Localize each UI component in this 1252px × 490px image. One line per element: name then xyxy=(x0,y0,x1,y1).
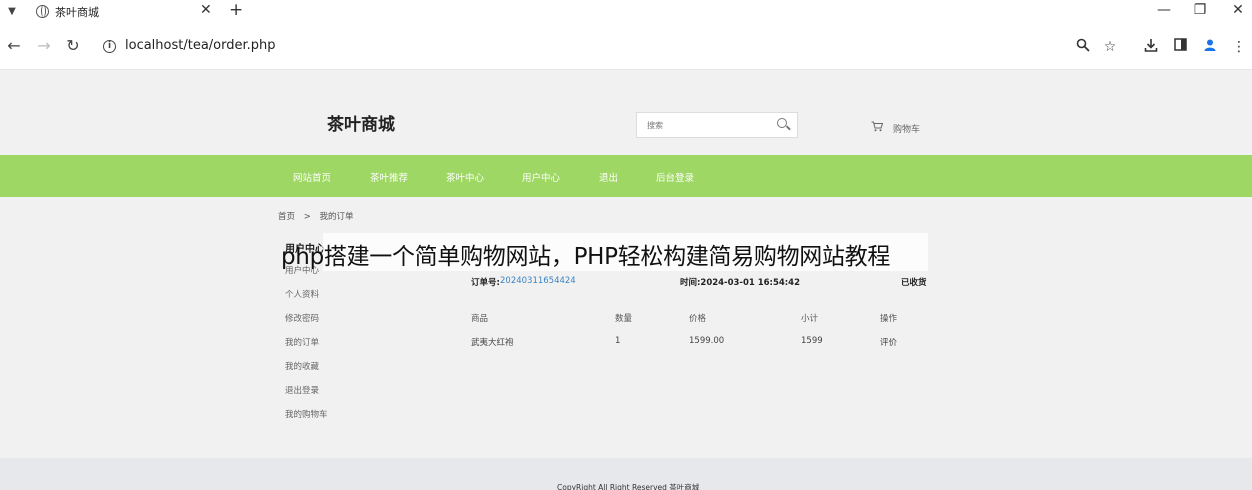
reload-icon[interactable]: ↻ xyxy=(63,36,83,56)
order-number-label: 订单号: xyxy=(471,278,500,288)
browser-tabstrip: ▼ 茶叶商城 ✕ + — ❐ ✕ xyxy=(0,0,1252,24)
globe-icon xyxy=(36,5,49,18)
site-logo[interactable]: 茶叶商城 xyxy=(327,110,395,135)
footer-copyright: CopyRight All Right Reserved 茶叶商城 xyxy=(557,483,700,490)
breadcrumb-separator: > xyxy=(303,212,311,222)
sidebar-item-profile[interactable]: 个人资料 xyxy=(285,288,328,312)
nav-item-user-center[interactable]: 用户中心 xyxy=(522,170,560,184)
site-info-icon[interactable]: i xyxy=(103,40,116,53)
nav-item-admin-login[interactable]: 后台登录 xyxy=(656,170,694,184)
tab-title: 茶叶商城 xyxy=(55,6,99,19)
nav-item-recommend[interactable]: 茶叶推荐 xyxy=(370,170,408,184)
bookmark-star-icon[interactable]: ☆ xyxy=(1101,38,1119,56)
search-icon[interactable] xyxy=(775,116,793,134)
download-icon[interactable] xyxy=(1142,38,1160,56)
sidebar-item-logout[interactable]: 退出登录 xyxy=(285,384,328,408)
order-meta: 订单号: 20240311654424 时间:2024-03-01 16:54:… xyxy=(471,276,941,296)
table-row: 武夷大红袍 1 1599.00 1599 评价 xyxy=(471,336,931,360)
minimize-button[interactable]: — xyxy=(1154,2,1174,18)
url-text[interactable]: localhost/tea/order.php xyxy=(125,38,276,53)
col-action: 操作 xyxy=(880,314,898,324)
window-close-button[interactable]: ✕ xyxy=(1228,2,1248,18)
nav-item-tea-center[interactable]: 茶叶中心 xyxy=(446,170,484,184)
breadcrumb: 首页 > 我的订单 xyxy=(278,210,360,222)
order-status: 已收货 xyxy=(901,278,927,288)
order-panel: 订单号: 20240311654424 时间:2024-03-01 16:54:… xyxy=(471,276,941,348)
review-link[interactable]: 评价 xyxy=(880,336,897,348)
forward-arrow-icon[interactable]: → xyxy=(34,36,54,56)
row-qty: 1 xyxy=(615,336,621,346)
col-subtotal: 小计 xyxy=(801,314,819,324)
web-page: 茶叶商城 购物车 网站首页 茶叶推荐 茶叶中心 用户中心 退出 后台登录 首页 … xyxy=(0,70,1252,490)
caption-text: php搭建一个简单购物网站，PHP轻松构建简易购物网站教程 xyxy=(281,244,891,270)
order-number[interactable]: 20240311654424 xyxy=(500,276,576,286)
search-box xyxy=(636,112,798,138)
back-arrow-icon[interactable]: ← xyxy=(4,36,24,56)
restore-button[interactable]: ❐ xyxy=(1190,2,1210,18)
zoom-icon[interactable] xyxy=(1074,38,1092,56)
cart-icon xyxy=(871,121,884,135)
sidebar-item-my-orders[interactable]: 我的订单 xyxy=(285,336,328,360)
side-panel-icon[interactable] xyxy=(1171,38,1189,56)
browser-tab[interactable]: 茶叶商城 ✕ xyxy=(28,0,220,24)
address-bar[interactable]: i localhost/tea/order.php xyxy=(96,33,1136,61)
product-link[interactable]: 武夷大红袍 xyxy=(471,336,514,348)
row-price: 1599.00 xyxy=(689,336,725,346)
sidebar-item-change-password[interactable]: 修改密码 xyxy=(285,312,328,336)
table-header: 商品 数量 价格 小计 操作 xyxy=(471,312,931,336)
col-product: 商品 xyxy=(471,314,489,324)
breadcrumb-current: 我的订单 xyxy=(319,212,354,222)
new-tab-button[interactable]: + xyxy=(229,0,243,20)
cart-label: 购物车 xyxy=(893,125,921,135)
row-subtotal: 1599 xyxy=(801,336,823,346)
search-input[interactable] xyxy=(637,113,769,137)
col-qty: 数量 xyxy=(615,314,633,324)
sidebar-item-favorites[interactable]: 我的收藏 xyxy=(285,360,328,384)
col-price: 价格 xyxy=(689,314,707,324)
footer: CopyRight All Right Reserved 茶叶商城 xyxy=(0,458,1252,490)
nav-item-logout[interactable]: 退出 xyxy=(599,170,618,184)
tab-list-chevron-icon[interactable]: ▼ xyxy=(4,4,20,20)
main-nav: 网站首页 茶叶推荐 茶叶中心 用户中心 退出 后台登录 xyxy=(0,155,1252,197)
sidebar-item-cart[interactable]: 我的购物车 xyxy=(285,408,328,432)
profile-avatar-icon[interactable] xyxy=(1201,38,1219,56)
nav-item-home[interactable]: 网站首页 xyxy=(293,170,331,184)
more-menu-icon[interactable]: ⋮ xyxy=(1230,38,1248,56)
breadcrumb-home[interactable]: 首页 xyxy=(278,212,295,222)
order-table: 商品 数量 价格 小计 操作 武夷大红袍 1 1599.00 1599 评价 xyxy=(471,312,931,360)
browser-toolbar: ← → ↻ i localhost/tea/order.php ☆ ⋮ xyxy=(0,24,1252,70)
order-time: 时间:2024-03-01 16:54:42 xyxy=(680,278,801,288)
tab-close-icon[interactable]: ✕ xyxy=(200,2,212,18)
